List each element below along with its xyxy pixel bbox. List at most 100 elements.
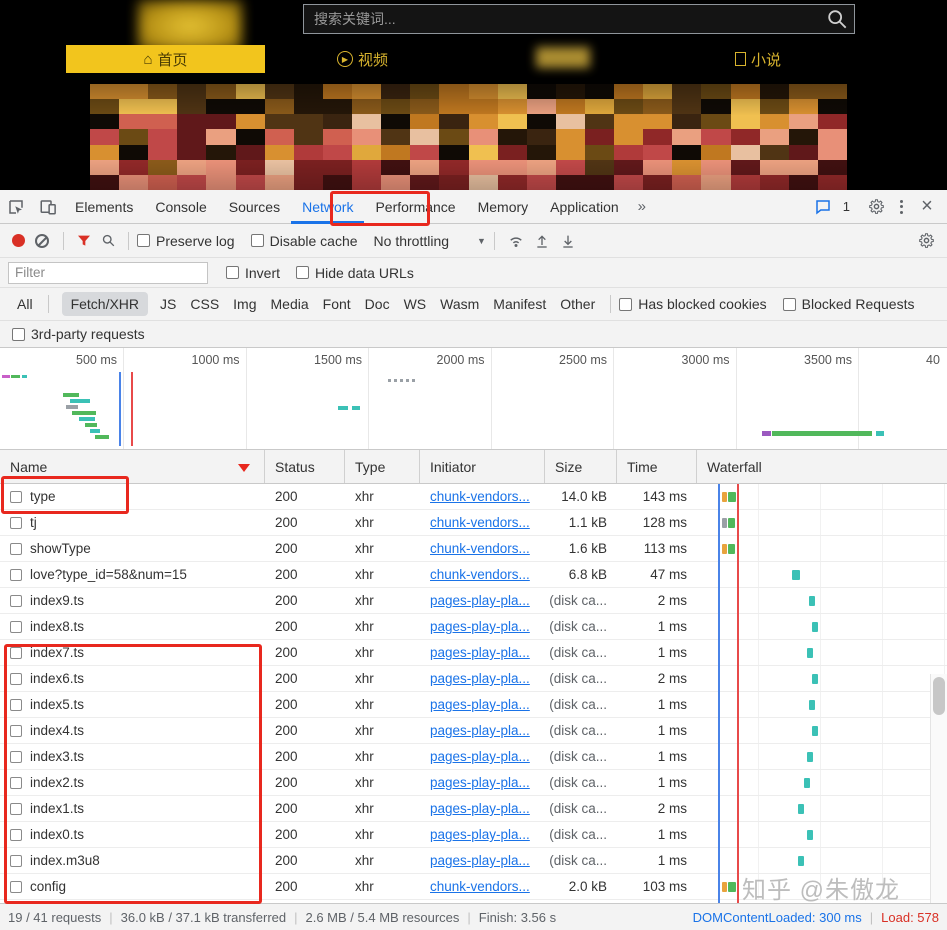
checkbox[interactable] [250, 234, 264, 247]
initiator-link[interactable]: pages-play-pla... [430, 827, 530, 842]
tab-performance[interactable]: Performance [364, 190, 466, 224]
initiator-link[interactable]: chunk-vendors... [430, 567, 530, 582]
filter-type-fetch-xhr[interactable]: Fetch/XHR [61, 292, 149, 316]
more-tabs-icon[interactable]: » [630, 198, 654, 215]
network-search-icon[interactable] [96, 224, 120, 258]
filter-type-all[interactable]: All [17, 296, 33, 312]
row-checkbox[interactable] [10, 802, 22, 815]
table-row[interactable]: index7.ts 200 xhr pages-play-pla... (dis… [0, 640, 947, 666]
initiator-link[interactable]: pages-play-pla... [430, 723, 530, 738]
search-icon[interactable] [820, 8, 854, 30]
more-options-icon[interactable] [894, 199, 909, 214]
table-row[interactable]: index3.ts 200 xhr pages-play-pla... (dis… [0, 744, 947, 770]
nav-home-button[interactable]: ⌂ 首页 [66, 45, 265, 73]
table-row[interactable]: index9.ts 200 xhr pages-play-pla... (dis… [0, 588, 947, 614]
nav-video-link[interactable]: ▶ 视频 [337, 45, 388, 73]
filter-type-media[interactable]: Media [271, 296, 309, 312]
filter-type-manifest[interactable]: Manifest [493, 296, 546, 312]
tab-console[interactable]: Console [144, 190, 217, 224]
network-conditions-icon[interactable] [503, 224, 529, 258]
scrollbar-thumb[interactable] [933, 677, 945, 715]
initiator-link[interactable]: pages-play-pla... [430, 619, 530, 634]
column-header-status[interactable]: Status [265, 450, 345, 483]
tab-memory[interactable]: Memory [467, 190, 540, 224]
tab-sources[interactable]: Sources [218, 190, 291, 224]
row-checkbox[interactable] [10, 594, 22, 607]
row-checkbox[interactable] [10, 828, 22, 841]
filter-type-ws[interactable]: WS [404, 296, 427, 312]
third-party-checkbox[interactable]: 3rd-party requests [12, 326, 145, 342]
scrollbar[interactable] [930, 674, 947, 903]
initiator-link[interactable]: pages-play-pla... [430, 775, 530, 790]
row-checkbox[interactable] [10, 698, 22, 711]
tab-application[interactable]: Application [539, 190, 630, 224]
column-header-name[interactable]: Name [0, 450, 265, 483]
nav-novel-link[interactable]: 小说 [735, 45, 781, 73]
export-har-icon[interactable] [555, 224, 581, 258]
checkbox[interactable] [296, 266, 310, 279]
throttling-select[interactable]: No throttling ▼ [374, 233, 486, 249]
row-checkbox[interactable] [10, 490, 22, 503]
row-checkbox[interactable] [10, 880, 22, 893]
disable-cache-checkbox[interactable]: Disable cache [250, 233, 358, 249]
initiator-link[interactable]: chunk-vendors... [430, 489, 530, 504]
column-header-initiator[interactable]: Initiator [420, 450, 545, 483]
tab-network[interactable]: Network [291, 190, 364, 224]
checkbox[interactable] [137, 234, 150, 247]
table-row[interactable]: index2.ts 200 xhr pages-play-pla... (dis… [0, 770, 947, 796]
close-devtools-icon[interactable]: × [911, 190, 943, 224]
table-row[interactable]: index0.ts 200 xhr pages-play-pla... (dis… [0, 822, 947, 848]
has-blocked-cookies-checkbox[interactable]: Has blocked cookies [619, 296, 767, 312]
column-header-time[interactable]: Time [617, 450, 697, 483]
network-settings-gear-icon[interactable] [915, 224, 947, 258]
table-row[interactable]: showType 200 xhr chunk-vendors... 1.6 kB… [0, 536, 947, 562]
checkbox[interactable] [12, 327, 25, 341]
checkbox[interactable] [226, 266, 239, 279]
record-button[interactable] [12, 234, 25, 247]
site-search-input[interactable] [304, 11, 820, 27]
filter-type-font[interactable]: Font [323, 296, 351, 312]
table-row[interactable]: love?type_id=58&num=15 200 xhr chunk-ven… [0, 562, 947, 588]
initiator-link[interactable]: pages-play-pla... [430, 593, 530, 608]
initiator-link[interactable]: pages-play-pla... [430, 671, 530, 686]
column-header-size[interactable]: Size [545, 450, 617, 483]
table-row[interactable]: index5.ts 200 xhr pages-play-pla... (dis… [0, 692, 947, 718]
device-toolbar-icon[interactable] [32, 190, 64, 224]
invert-checkbox[interactable]: Invert [226, 265, 280, 281]
initiator-link[interactable]: pages-play-pla... [430, 749, 530, 764]
row-checkbox[interactable] [10, 516, 22, 529]
initiator-link[interactable]: pages-play-pla... [430, 697, 530, 712]
console-drawer-icon[interactable] [807, 190, 839, 224]
initiator-link[interactable]: chunk-vendors... [430, 879, 530, 894]
checkbox[interactable] [619, 297, 633, 311]
initiator-link[interactable]: chunk-vendors... [430, 541, 530, 556]
table-row[interactable]: index8.ts 200 xhr pages-play-pla... (dis… [0, 614, 947, 640]
inspect-element-icon[interactable] [0, 190, 32, 224]
initiator-link[interactable]: pages-play-pla... [430, 645, 530, 660]
table-row[interactable]: type 200 xhr chunk-vendors... 14.0 kB 14… [0, 484, 947, 510]
filter-type-css[interactable]: CSS [190, 296, 219, 312]
settings-gear-icon[interactable] [860, 190, 892, 224]
filter-funnel-icon[interactable] [72, 224, 96, 258]
filter-type-js[interactable]: JS [160, 296, 176, 312]
table-row[interactable]: index1.ts 200 xhr pages-play-pla... (dis… [0, 796, 947, 822]
row-checkbox[interactable] [10, 646, 22, 659]
filter-type-other[interactable]: Other [560, 296, 595, 312]
blocked-requests-checkbox[interactable]: Blocked Requests [782, 296, 914, 312]
checkbox[interactable] [782, 297, 796, 311]
row-checkbox[interactable] [10, 776, 22, 789]
row-checkbox[interactable] [10, 568, 22, 581]
table-row[interactable]: index4.ts 200 xhr pages-play-pla... (dis… [0, 718, 947, 744]
clear-icon[interactable] [35, 233, 49, 248]
row-checkbox[interactable] [10, 672, 22, 685]
initiator-link[interactable]: chunk-vendors... [430, 515, 530, 530]
initiator-link[interactable]: pages-play-pla... [430, 801, 530, 816]
tab-elements[interactable]: Elements [64, 190, 144, 224]
filter-type-wasm[interactable]: Wasm [440, 296, 479, 312]
row-checkbox[interactable] [10, 750, 22, 763]
row-checkbox[interactable] [10, 854, 22, 867]
import-har-icon[interactable] [529, 224, 555, 258]
column-header-type[interactable]: Type [345, 450, 420, 483]
row-checkbox[interactable] [10, 542, 22, 555]
preserve-log-checkbox[interactable]: Preserve log [137, 233, 235, 249]
